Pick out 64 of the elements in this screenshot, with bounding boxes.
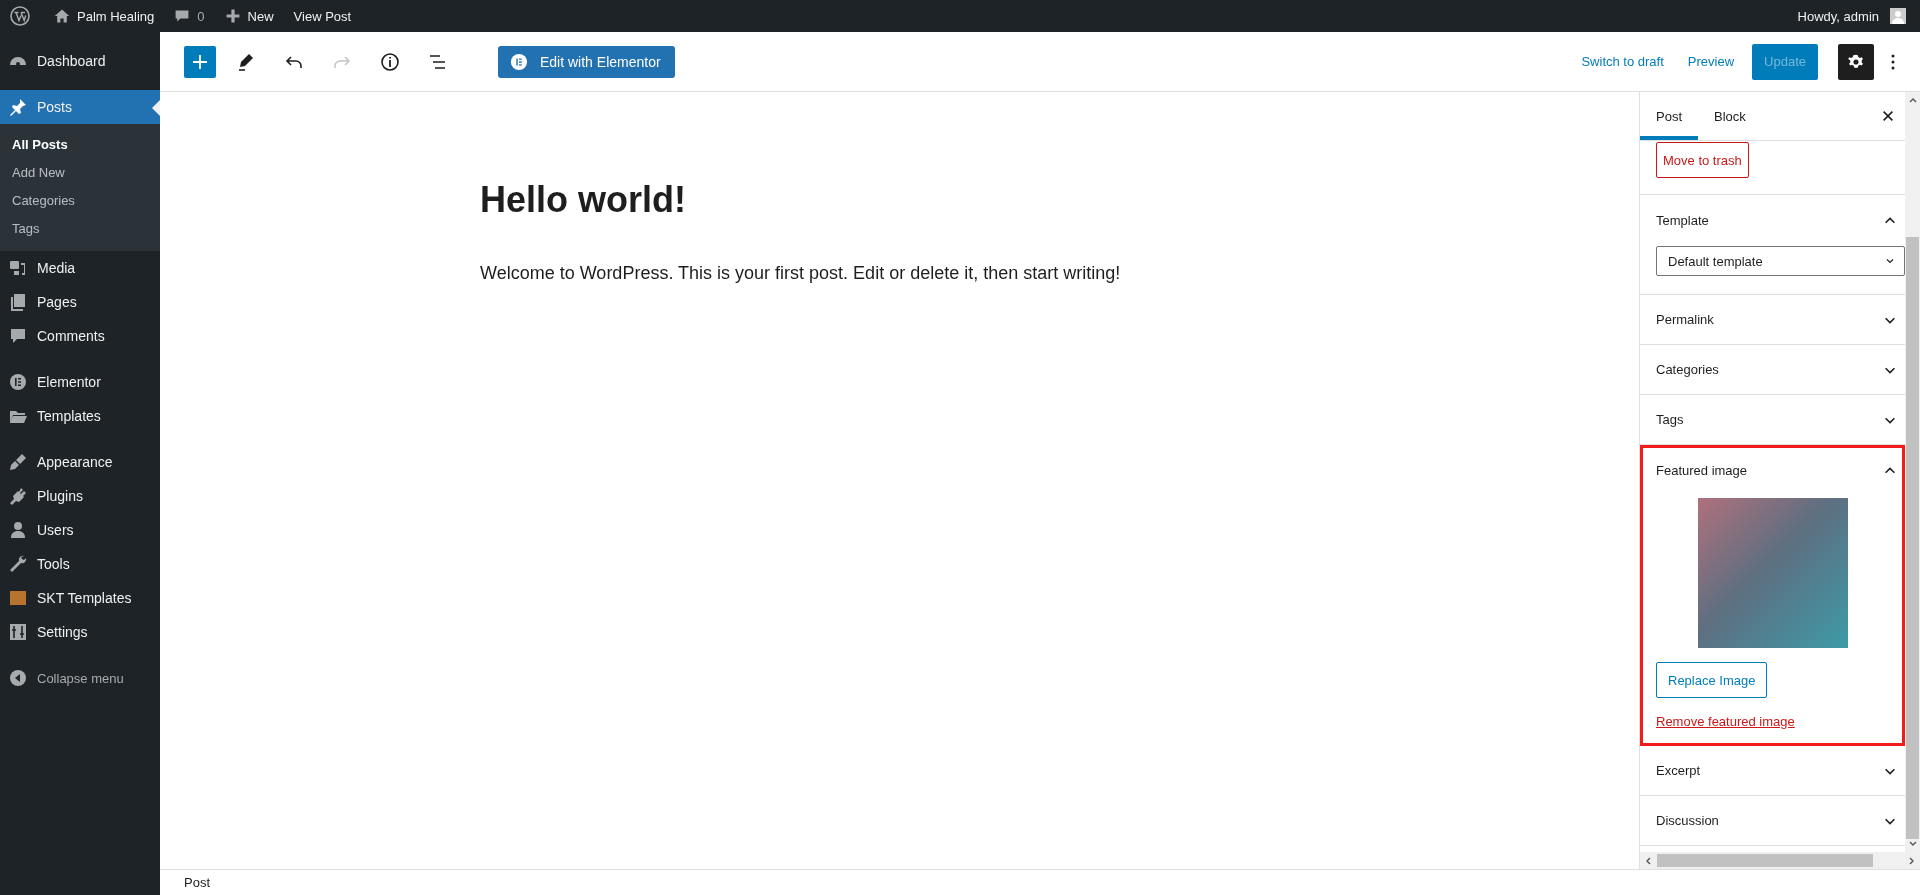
menu-item[interactable]: Appearance xyxy=(0,445,160,479)
comments-link[interactable]: 0 xyxy=(168,8,211,24)
breadcrumb[interactable]: Post xyxy=(184,875,210,890)
brush-icon xyxy=(8,452,28,472)
home-icon xyxy=(54,8,70,24)
user-icon xyxy=(8,520,28,540)
submenu-item[interactable]: Add New xyxy=(0,159,160,187)
submenu-item[interactable]: All Posts xyxy=(0,131,160,159)
square-logo-icon xyxy=(8,588,28,608)
submenu-item[interactable]: Categories xyxy=(0,187,160,215)
post-title[interactable]: Hello world! xyxy=(480,178,1260,222)
scrollbar[interactable] xyxy=(1640,852,1920,869)
menu-item[interactable]: Elementor xyxy=(0,365,160,399)
edit-with-elementor-button[interactable]: Edit with Elementor xyxy=(498,45,675,78)
submenu-item[interactable]: Tags xyxy=(0,215,160,243)
collapse-menu-button[interactable]: Collapse menu xyxy=(0,661,160,695)
collapse-icon xyxy=(8,668,28,688)
remove-featured-image-link[interactable]: Remove featured image xyxy=(1656,714,1795,729)
elementor-icon xyxy=(8,372,28,392)
menu-item[interactable]: Pages xyxy=(0,285,160,319)
new-link[interactable]: New xyxy=(218,8,280,24)
menu-item[interactable]: Comments xyxy=(0,319,160,353)
menu-item[interactable]: Plugins xyxy=(0,479,160,513)
media-icon xyxy=(8,258,28,278)
site-name-link[interactable]: Palm Healing xyxy=(48,8,161,24)
section-toggle[interactable]: Template xyxy=(1640,195,1905,246)
post-paragraph[interactable]: Welcome to WordPress. This is your first post. Edit or delete it, then start writing! xyxy=(480,259,1260,288)
account-link[interactable]: Howdy, admin xyxy=(1791,8,1912,24)
section-toggle[interactable]: Permalink xyxy=(1640,295,1905,344)
menu-item[interactable]: SKT Templates xyxy=(0,581,160,615)
template-select[interactable]: Default template xyxy=(1656,246,1905,276)
panel-tab[interactable]: Block xyxy=(1698,92,1762,140)
replace-image-button[interactable]: Replace Image xyxy=(1656,662,1768,698)
preview-link[interactable]: Preview xyxy=(1681,54,1741,69)
panel-tab[interactable]: Post xyxy=(1640,92,1698,140)
move-to-trash-button[interactable]: Move to trash xyxy=(1656,142,1749,178)
plug-icon xyxy=(8,486,28,506)
section-toggle[interactable]: Categories xyxy=(1640,345,1905,394)
menu-item[interactable]: Posts xyxy=(0,90,160,124)
section-toggle[interactable]: Tags xyxy=(1640,395,1905,444)
elementor-icon xyxy=(510,52,528,71)
section-toggle[interactable]: Featured image xyxy=(1640,445,1905,496)
view-post-link[interactable]: View Post xyxy=(287,8,358,24)
menu-item[interactable]: Templates xyxy=(0,399,160,433)
settings-button[interactable] xyxy=(1838,43,1874,80)
section-toggle[interactable]: Discussion xyxy=(1640,796,1905,845)
section-toggle[interactable]: Excerpt xyxy=(1640,746,1905,795)
wordpress-logo-icon[interactable] xyxy=(10,6,30,26)
menu-item[interactable]: Media xyxy=(0,251,160,285)
scrollbar[interactable] xyxy=(1905,92,1920,852)
pin-icon xyxy=(8,97,28,117)
avatar-icon xyxy=(1890,8,1906,24)
wrench-icon xyxy=(8,554,28,574)
menu-item[interactable]: Users xyxy=(0,513,160,547)
comment-icon xyxy=(8,326,28,346)
menu-item[interactable]: Tools xyxy=(0,547,160,581)
plus-icon xyxy=(224,8,241,24)
menu-item[interactable]: Dashboard xyxy=(0,44,160,78)
switch-to-draft-link[interactable]: Switch to draft xyxy=(1575,54,1670,69)
comment-icon xyxy=(174,8,191,24)
menu-item[interactable]: Settings xyxy=(0,615,160,649)
pages-icon xyxy=(8,292,28,312)
close-icon[interactable] xyxy=(1881,109,1895,123)
sliders-icon xyxy=(8,622,28,642)
